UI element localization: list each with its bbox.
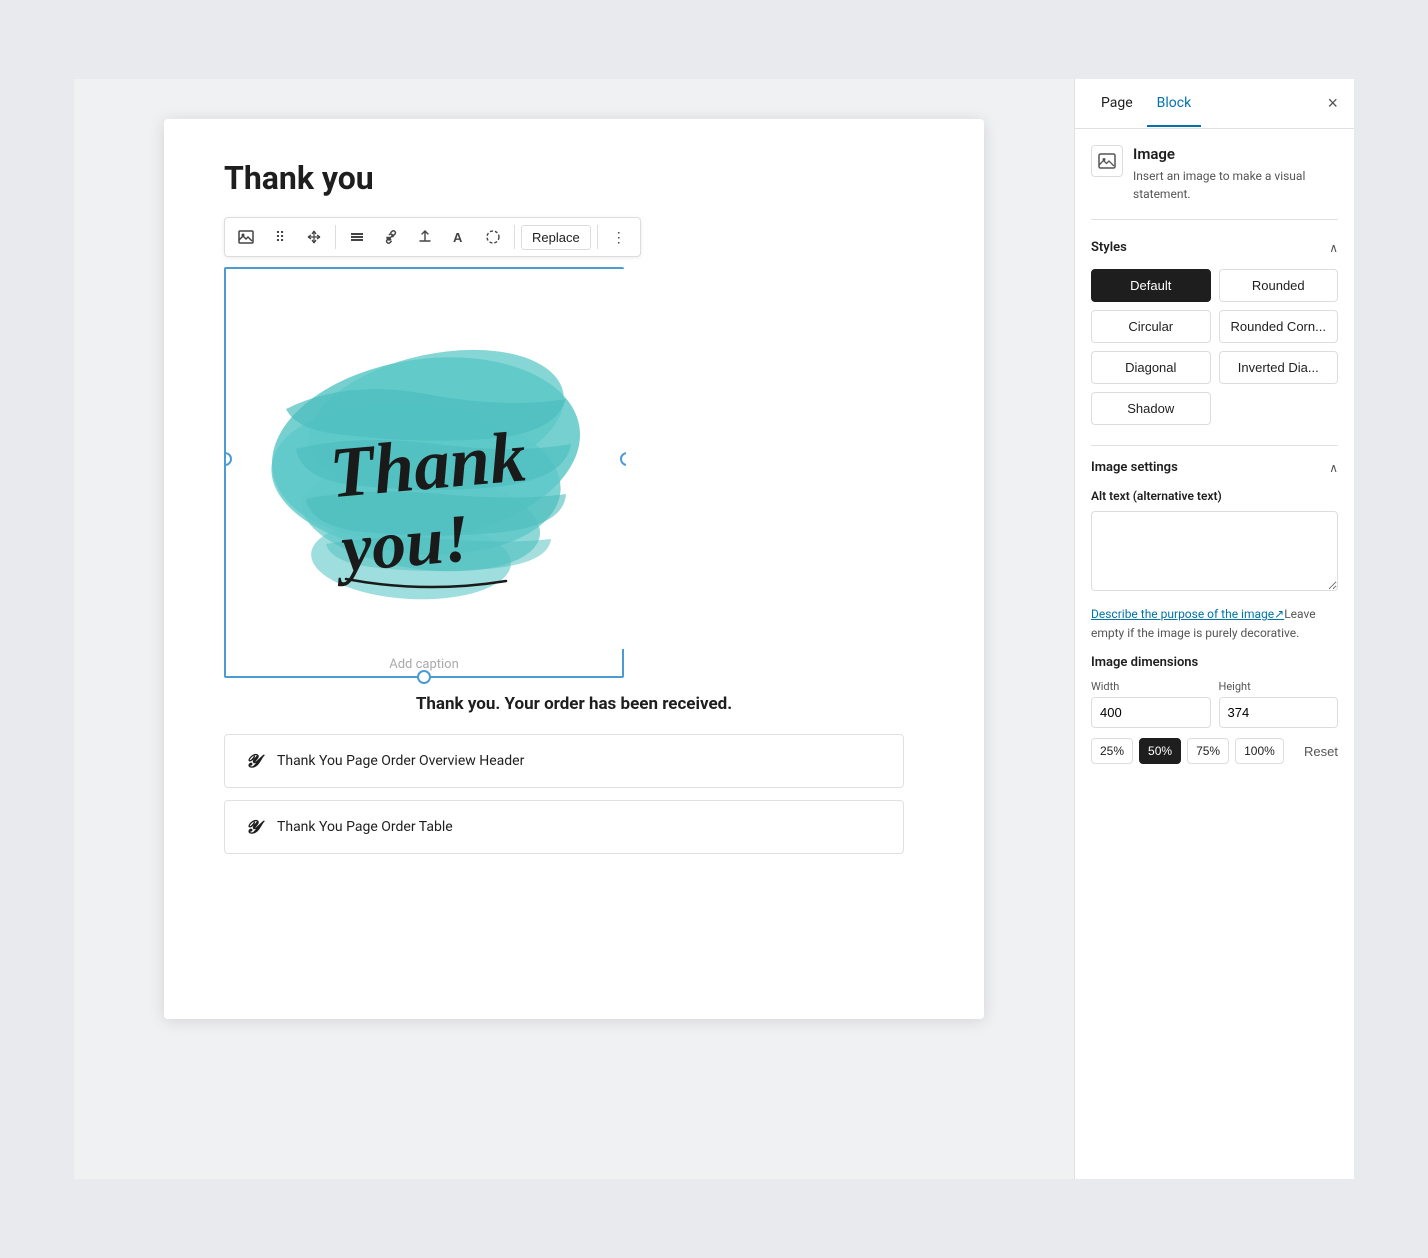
style-default[interactable]: Default: [1091, 269, 1211, 302]
block-label-1: Thank You Page Order Overview Header: [277, 753, 524, 769]
image-settings-title: Image settings: [1091, 460, 1178, 475]
tab-page[interactable]: Page: [1091, 81, 1143, 127]
styles-title: Styles: [1091, 240, 1127, 255]
tab-block[interactable]: Block: [1147, 81, 1202, 127]
pct-25[interactable]: 25%: [1091, 738, 1133, 764]
toolbar-drag-icon[interactable]: ⠿: [265, 222, 295, 252]
block-description: Image Insert an image to make a visual s…: [1091, 145, 1338, 220]
percent-row: 25% 50% 75% 100% Reset: [1091, 738, 1338, 764]
toolbar-text-icon[interactable]: A: [444, 222, 474, 252]
style-rounded-corn[interactable]: Rounded Corn...: [1219, 310, 1339, 343]
alt-text-hint-row: Describe the purpose of the image↗Leave …: [1091, 603, 1338, 641]
height-group: Height: [1219, 680, 1339, 728]
panel-close-button[interactable]: ×: [1327, 93, 1338, 114]
block-desc-icon: [1091, 145, 1123, 177]
block-icon-2: 𝓨: [241, 815, 265, 839]
styles-grid: Default Rounded Circular Rounded Corn...…: [1091, 269, 1338, 425]
editor-area: Thank you ⠿: [74, 79, 1074, 1179]
block-desc-content: Image Insert an image to make a visual s…: [1133, 145, 1338, 203]
toolbar-more-button[interactable]: ⋮: [604, 222, 634, 252]
pct-100[interactable]: 100%: [1235, 738, 1284, 764]
block-desc-text: Insert an image to make a visual stateme…: [1133, 167, 1338, 203]
style-inverted-dia[interactable]: Inverted Dia...: [1219, 351, 1339, 384]
height-input[interactable]: [1219, 697, 1339, 728]
image-block[interactable]: Thank you!: [226, 269, 626, 649]
image-block-wrapper: Thank you! Add caption: [224, 267, 624, 678]
alt-text-link[interactable]: Describe the purpose of the image↗: [1091, 607, 1284, 621]
toolbar-divider-2: [514, 225, 515, 249]
alt-text-label: Alt text (alternative text): [1091, 489, 1338, 503]
style-circular[interactable]: Circular: [1091, 310, 1211, 343]
panel-header: Page Block ×: [1075, 79, 1354, 129]
toolbar-duotone-icon[interactable]: [478, 222, 508, 252]
reset-button[interactable]: Reset: [1304, 744, 1338, 759]
styles-header: Styles ∧: [1091, 240, 1338, 255]
toolbar-image-icon[interactable]: [231, 222, 261, 252]
page-title: Thank you: [224, 159, 924, 197]
block-title: Image: [1133, 145, 1338, 163]
toolbar-move-icon[interactable]: [299, 222, 329, 252]
right-panel: Page Block × Image Insert an image to ma…: [1074, 79, 1354, 1179]
block-icon-1: 𝓨: [241, 749, 265, 773]
toolbar-divider-1: [335, 225, 336, 249]
toolbar-align-icon[interactable]: [342, 222, 372, 252]
toolbar-link-icon[interactable]: [376, 222, 406, 252]
toolbar-upload-icon[interactable]: [410, 222, 440, 252]
panel-body: Image Insert an image to make a visual s…: [1075, 129, 1354, 1179]
editor-canvas: Thank you ⠿: [164, 119, 984, 1019]
svg-text:A: A: [453, 230, 463, 245]
block-toolbar: ⠿: [224, 217, 641, 257]
order-text: Thank you. Your order has been received.: [224, 694, 924, 714]
resize-handle-bottom[interactable]: [417, 670, 431, 684]
image-settings-section: Image settings ∧ Alt text (alternative t…: [1091, 445, 1338, 764]
svg-text:Thank: Thank: [327, 416, 529, 513]
svg-text:you!: you!: [331, 499, 473, 587]
styles-section: Styles ∧ Default Rounded Circular Rounde…: [1091, 240, 1338, 425]
styles-toggle[interactable]: ∧: [1329, 241, 1338, 255]
block-item-order-table[interactable]: 𝓨 Thank You Page Order Table: [224, 800, 904, 854]
dimensions-label: Image dimensions: [1091, 655, 1338, 670]
pct-50[interactable]: 50%: [1139, 738, 1181, 764]
block-item-order-header[interactable]: 𝓨 Thank You Page Order Overview Header: [224, 734, 904, 788]
width-label: Width: [1091, 680, 1211, 693]
replace-button[interactable]: Replace: [521, 225, 591, 250]
width-input[interactable]: [1091, 697, 1211, 728]
image-settings-toggle[interactable]: ∧: [1329, 461, 1338, 475]
style-diagonal[interactable]: Diagonal: [1091, 351, 1211, 384]
toolbar-divider-3: [597, 225, 598, 249]
width-group: Width: [1091, 680, 1211, 728]
image-settings-header: Image settings ∧: [1091, 460, 1338, 475]
style-rounded[interactable]: Rounded: [1219, 269, 1339, 302]
alt-text-input[interactable]: [1091, 511, 1338, 591]
style-shadow[interactable]: Shadow: [1091, 392, 1211, 425]
dimensions-row: Width Height: [1091, 680, 1338, 728]
height-label: Height: [1219, 680, 1339, 693]
block-label-2: Thank You Page Order Table: [277, 819, 453, 835]
pct-75[interactable]: 75%: [1187, 738, 1229, 764]
